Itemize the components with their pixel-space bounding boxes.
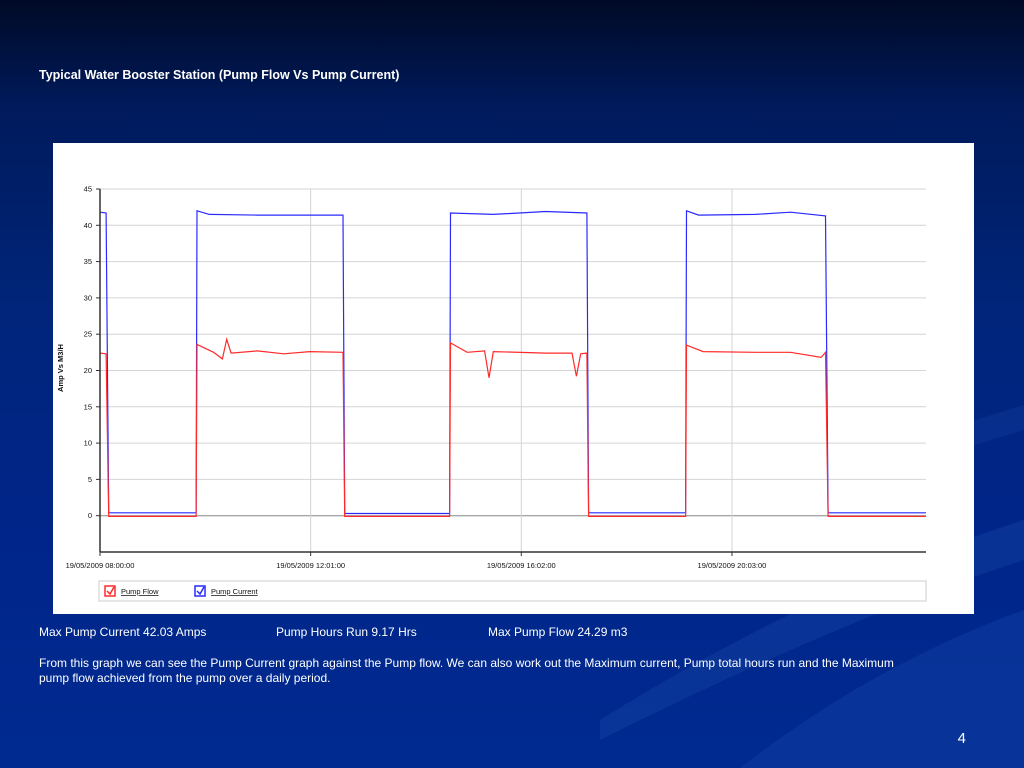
y-tick-label: 15 <box>84 402 92 411</box>
pump-current-legend-label: Pump Current <box>211 587 259 596</box>
y-tick-label: 5 <box>88 475 92 484</box>
y-axis-label: Amp Vs M3/H <box>56 344 65 392</box>
y-tick-label: 40 <box>84 221 92 230</box>
x-tick-label: 19/05/2009 20:03:00 <box>698 561 767 570</box>
y-tick-label: 35 <box>84 257 92 266</box>
pump-flow-vs-current-chart: 0 5 10 15 20 25 30 35 40 45 19/05/2009 08:00:00 19/… <box>56 185 927 602</box>
x-tick-label: 19/05/2009 16:02:00 <box>487 561 556 570</box>
y-tick-label: 10 <box>84 439 92 448</box>
y-tick-label: 0 <box>88 511 92 520</box>
pump-current-line <box>99 209 926 515</box>
series-layer <box>99 209 926 517</box>
pump-hours-run-stat: Pump Hours Run 9.17 Hrs <box>276 625 417 639</box>
slide-title: Typical Water Booster Station (Pump Flow… <box>39 68 400 82</box>
y-tick-label: 45 <box>84 185 92 194</box>
pump-flow-legend-label: Pump Flow <box>121 587 159 596</box>
x-tick-label: 19/05/2009 08:00:00 <box>66 561 135 570</box>
y-tick-label: 30 <box>84 293 92 302</box>
description-text: From this graph we can see the Pump Curr… <box>39 656 894 685</box>
grid <box>99 188 926 552</box>
slide-number: 4 <box>957 730 966 747</box>
chart-panel: 0 5 10 15 20 25 30 35 40 45 19/05/2009 08:00:00 19/… <box>53 143 974 614</box>
axes: 0 5 10 15 20 25 30 35 40 45 19/05/2009 08:00:00 19/… <box>66 185 926 570</box>
y-tick-label: 25 <box>84 330 92 339</box>
max-pump-flow-stat: Max Pump Flow 24.29 m3 <box>488 625 628 639</box>
x-tick-label: 19/05/2009 12:01:00 <box>276 561 345 570</box>
max-pump-current-stat: Max Pump Current 42.03 Amps <box>39 625 207 639</box>
chart-legend: Pump Flow Pump Current <box>98 580 927 602</box>
y-tick-label: 20 <box>84 366 92 375</box>
pump-flow-line <box>99 336 926 517</box>
